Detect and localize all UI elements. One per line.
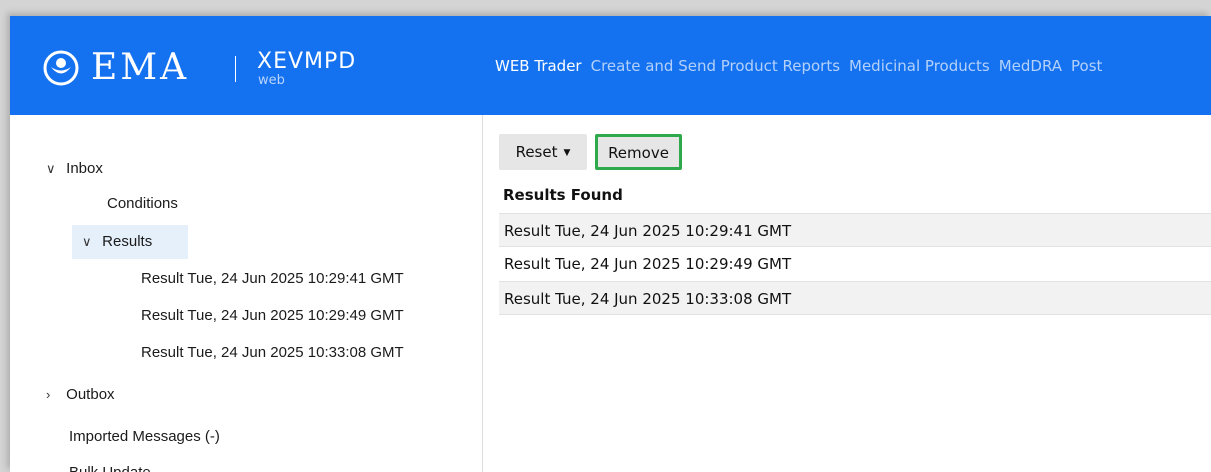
app-subtitle: web	[258, 73, 285, 88]
nav-web-trader[interactable]: WEB Trader	[495, 56, 582, 80]
nav-meddra[interactable]: MedDRA	[999, 56, 1062, 80]
tree-node-conditions[interactable]: Conditions	[107, 192, 178, 216]
top-nav: WEB Trader Create and Send Product Repor…	[495, 56, 1111, 80]
result-row[interactable]: Result Tue, 24 Jun 2025 10:29:49 GMT	[499, 247, 1211, 281]
remove-button[interactable]: Remove	[595, 134, 682, 170]
tree-node-label: Outbox	[66, 386, 115, 403]
tree-node-bulk-update[interactable]: Bulk Update	[69, 461, 151, 472]
nav-create-send-reports[interactable]: Create and Send Product Reports	[591, 56, 840, 80]
ema-logo-icon	[43, 50, 79, 86]
chevron-right-icon[interactable]: ›	[46, 383, 62, 407]
tree-node-results[interactable]: ∨ Results	[72, 225, 188, 259]
tree-node-inbox[interactable]: ∨ Inbox	[46, 157, 103, 181]
reset-button[interactable]: Reset ▼	[499, 134, 587, 170]
tree-node-result[interactable]: Result Tue, 24 Jun 2025 10:29:41 GMT	[141, 267, 404, 291]
results-found-heading: Results Found	[503, 186, 623, 204]
nav-medicinal-products[interactable]: Medicinal Products	[849, 56, 990, 80]
chevron-down-icon[interactable]: ∨	[46, 157, 62, 181]
tree-node-label: Results	[102, 233, 153, 250]
sidebar-tree: ∨ Inbox Conditions ∨ Results Result Tue,…	[10, 115, 483, 472]
reset-label: Reset	[515, 143, 558, 161]
tree-node-outbox[interactable]: › Outbox	[46, 383, 115, 407]
caret-down-icon: ▼	[563, 148, 571, 158]
chevron-down-icon[interactable]: ∨	[82, 225, 98, 259]
app-name: XEVMPD	[257, 49, 357, 74]
app-window: EMA XEVMPD web WEB Trader Create and Sen…	[10, 16, 1211, 472]
nav-post[interactable]: Post	[1071, 56, 1102, 80]
tree-node-result[interactable]: Result Tue, 24 Jun 2025 10:33:08 GMT	[141, 341, 404, 365]
top-header: EMA XEVMPD web WEB Trader Create and Sen…	[10, 16, 1211, 115]
tree-node-imported-messages[interactable]: Imported Messages (-)	[69, 425, 220, 449]
result-row[interactable]: Result Tue, 24 Jun 2025 10:29:41 GMT	[499, 213, 1211, 247]
tree-node-result[interactable]: Result Tue, 24 Jun 2025 10:29:49 GMT	[141, 304, 404, 328]
result-row[interactable]: Result Tue, 24 Jun 2025 10:33:08 GMT	[499, 281, 1211, 315]
tree-node-label: Inbox	[66, 160, 103, 177]
brand-divider	[235, 56, 236, 82]
main-panel: Reset ▼ Remove Results Found Result Tue, …	[499, 115, 1211, 472]
brand-name: EMA	[91, 47, 190, 88]
